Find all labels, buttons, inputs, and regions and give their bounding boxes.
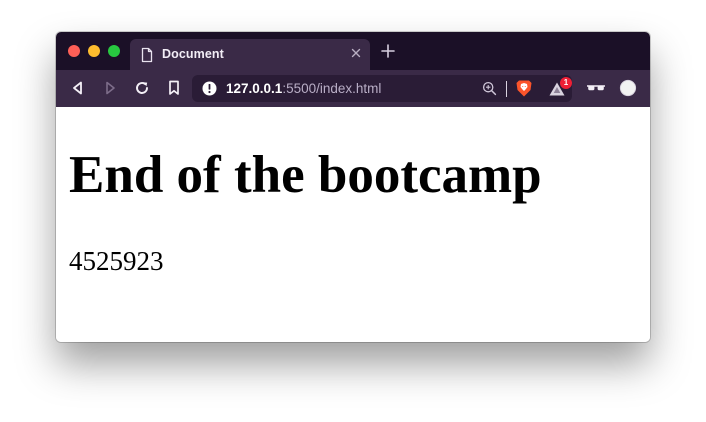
tab-title: Document bbox=[162, 47, 224, 61]
profile-icon[interactable] bbox=[619, 79, 637, 97]
back-icon[interactable] bbox=[69, 79, 87, 97]
page-heading: End of the bootcamp bbox=[69, 146, 542, 204]
forward-icon[interactable] bbox=[101, 79, 119, 97]
brave-lion-icon[interactable] bbox=[515, 79, 533, 98]
tab-document[interactable]: Document bbox=[130, 39, 370, 70]
reload-icon[interactable] bbox=[133, 79, 151, 97]
url-text: 127.0.0.1:5500/index.html bbox=[226, 81, 381, 96]
new-tab-button[interactable] bbox=[379, 42, 397, 60]
window-minimize-button[interactable] bbox=[88, 45, 100, 57]
bookmark-icon[interactable] bbox=[165, 79, 183, 97]
zoom-icon[interactable] bbox=[482, 81, 497, 96]
document-icon bbox=[141, 47, 153, 63]
url-separator bbox=[506, 81, 507, 97]
window-maximize-button[interactable] bbox=[108, 45, 120, 57]
rewards-badge: 1 bbox=[560, 77, 572, 89]
browser-window: Document 127.0.0.1:5500/index.html 1 End… bbox=[56, 32, 650, 342]
page-number-text: 4525923 bbox=[69, 246, 164, 276]
glasses-icon[interactable] bbox=[586, 80, 606, 96]
url-host: 127.0.0.1 bbox=[226, 81, 283, 96]
close-icon[interactable] bbox=[349, 46, 363, 60]
page-viewport: End of the bootcamp 4525923 bbox=[56, 107, 650, 342]
url-path: :5500/index.html bbox=[282, 81, 382, 96]
toolbar: 127.0.0.1:5500/index.html bbox=[56, 70, 650, 107]
window-close-button[interactable] bbox=[68, 45, 80, 57]
info-icon[interactable] bbox=[202, 81, 217, 96]
tab-strip: Document bbox=[56, 32, 650, 70]
address-bar[interactable]: 127.0.0.1:5500/index.html bbox=[192, 75, 572, 102]
